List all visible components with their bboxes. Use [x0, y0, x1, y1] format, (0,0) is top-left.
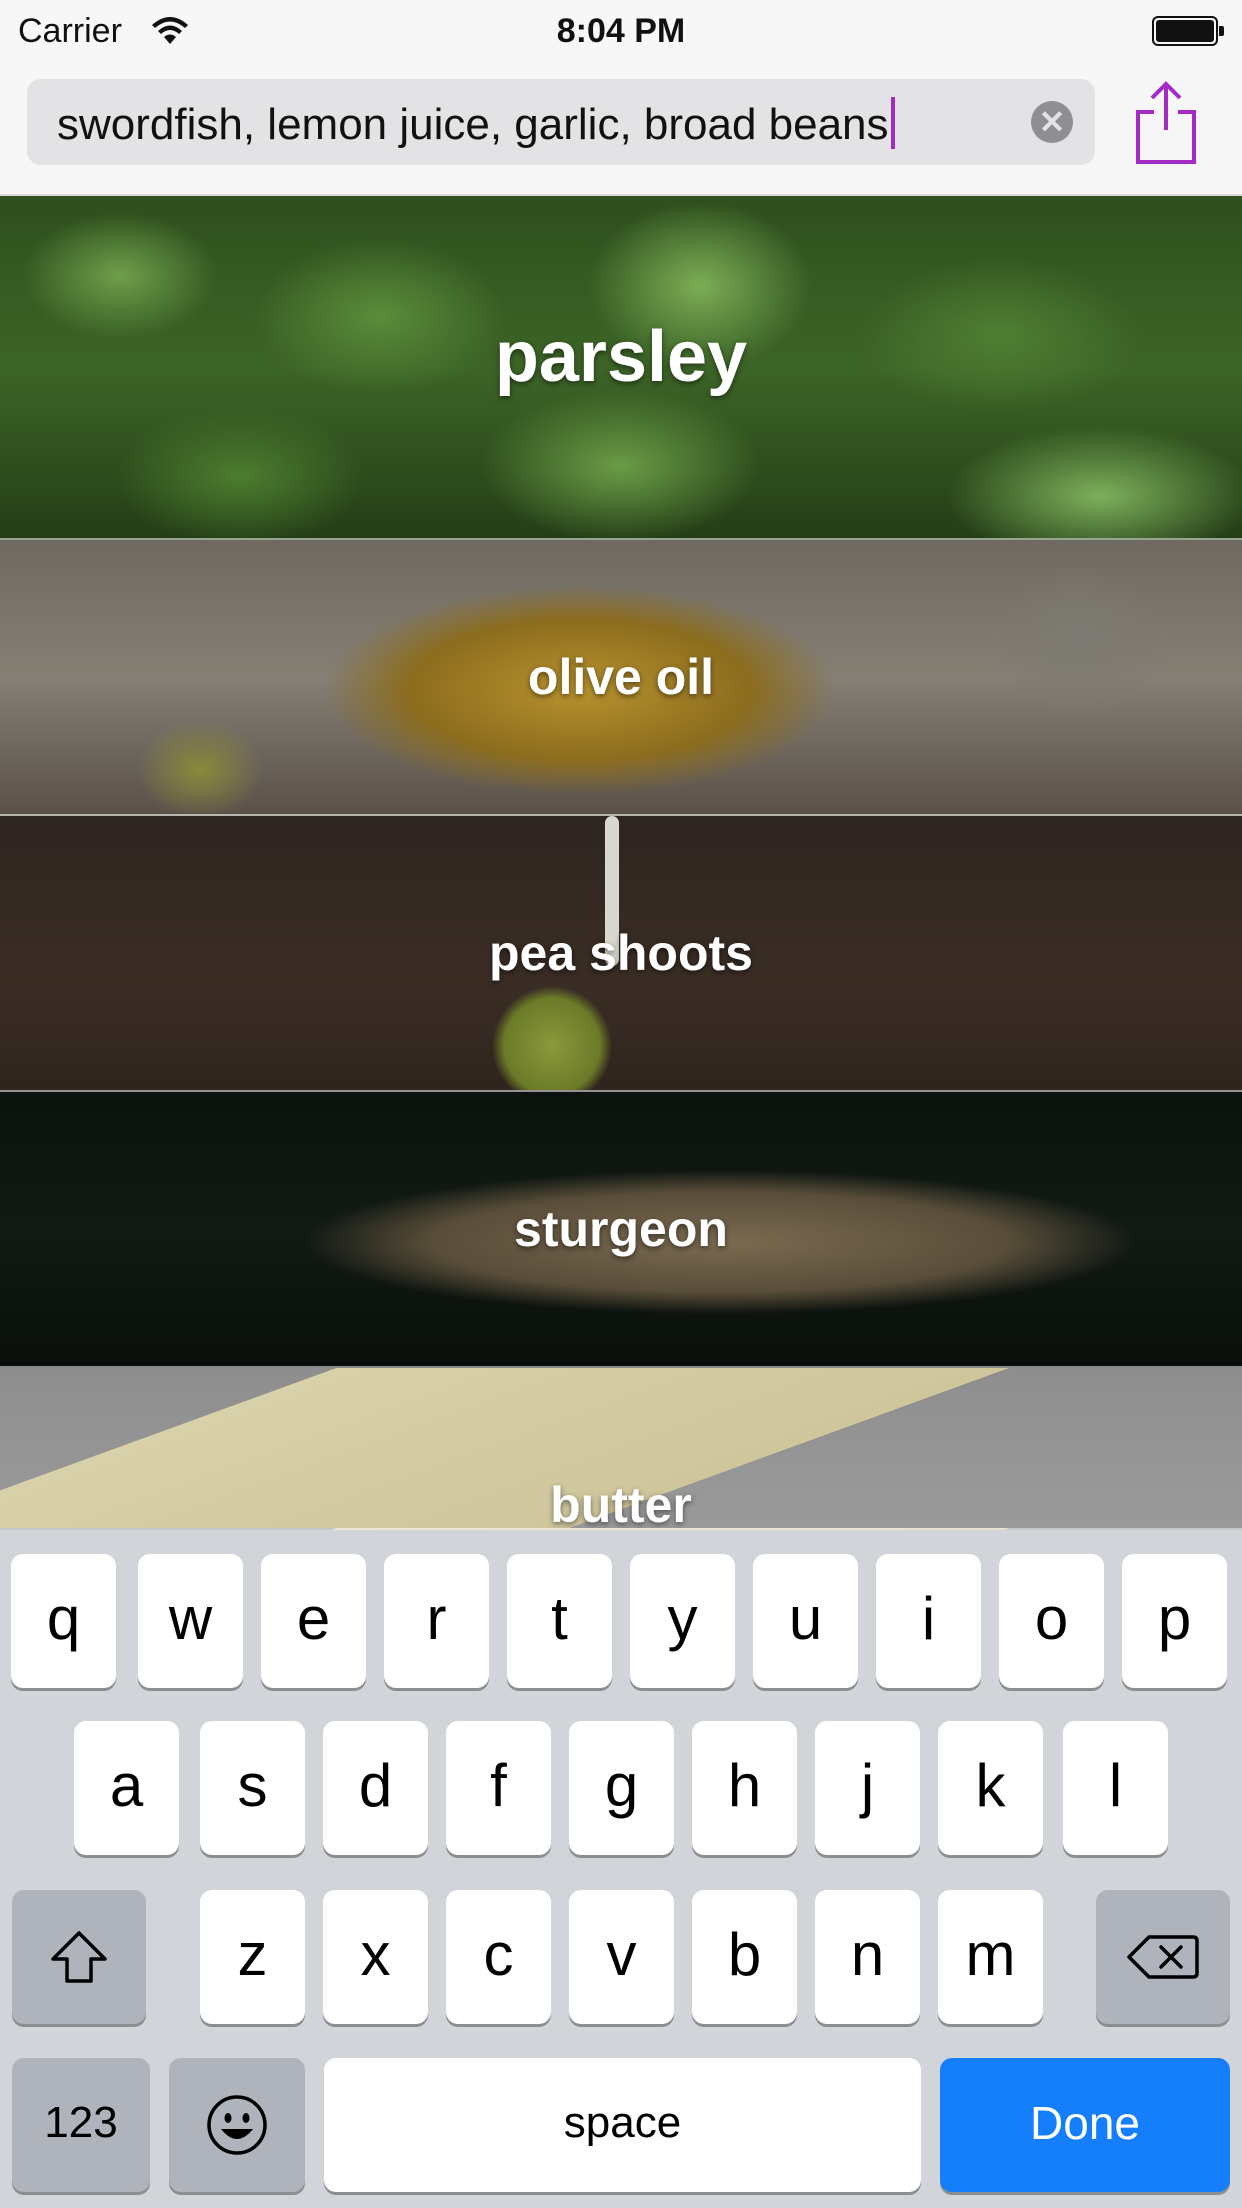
status-bar: Carrier 8:04 PM — [0, 0, 1242, 62]
key-b[interactable]: b — [692, 1890, 797, 2024]
key-z[interactable]: z — [200, 1890, 305, 2024]
key-q[interactable]: q — [11, 1554, 116, 1688]
key-k[interactable]: k — [938, 1721, 1043, 1855]
search-input[interactable]: swordfish, lemon juice, garlic, broad be… — [27, 79, 1095, 165]
key-g[interactable]: g — [569, 1721, 674, 1855]
key-r[interactable]: r — [384, 1554, 489, 1688]
ingredient-row-pea-shoots[interactable]: pea shoots — [0, 816, 1242, 1092]
key-f[interactable]: f — [446, 1721, 551, 1855]
key-h[interactable]: h — [692, 1721, 797, 1855]
ingredient-title: pea shoots — [489, 925, 753, 981]
ingredient-row-sturgeon[interactable]: sturgeon — [0, 1092, 1242, 1368]
numbers-key[interactable]: 123 — [12, 2058, 150, 2192]
key-l[interactable]: l — [1063, 1721, 1168, 1855]
ingredient-row-parsley[interactable]: parsley — [0, 196, 1242, 540]
key-u[interactable]: u — [753, 1554, 858, 1688]
emoji-key[interactable] — [169, 2058, 305, 2192]
search-query: swordfish, lemon juice, garlic, broad be… — [57, 100, 889, 149]
shift-key[interactable] — [12, 1890, 146, 2024]
key-v[interactable]: v — [569, 1890, 674, 2024]
key-d[interactable]: d — [323, 1721, 428, 1855]
key-t[interactable]: t — [507, 1554, 612, 1688]
text-caret — [890, 97, 895, 149]
key-x[interactable]: x — [323, 1890, 428, 2024]
key-c[interactable]: c — [446, 1890, 551, 2024]
key-w[interactable]: w — [138, 1554, 243, 1688]
space-key[interactable]: space — [324, 2058, 921, 2192]
delete-key[interactable] — [1096, 1890, 1230, 2024]
key-o[interactable]: o — [999, 1554, 1104, 1688]
key-a[interactable]: a — [74, 1721, 179, 1855]
ingredient-title: sturgeon — [514, 1201, 728, 1257]
emoji-icon — [207, 2095, 267, 2155]
key-j[interactable]: j — [815, 1721, 920, 1855]
key-s[interactable]: s — [200, 1721, 305, 1855]
ingredient-title: olive oil — [527, 649, 715, 705]
done-key[interactable]: Done — [940, 2058, 1230, 2192]
ingredient-row-olive-oil[interactable]: olive oil — [0, 540, 1242, 816]
key-e[interactable]: e — [261, 1554, 366, 1688]
key-i[interactable]: i — [876, 1554, 981, 1688]
key-p[interactable]: p — [1122, 1554, 1227, 1688]
ingredient-title: butter — [550, 1477, 692, 1530]
keyboard: q w e r t y u i o p a s d f g h j k l z … — [0, 1530, 1242, 2208]
battery-icon — [1152, 16, 1224, 46]
ingredient-title: parsley — [494, 317, 748, 397]
search-header: Carrier 8:04 PM swordfish, lemon juice, … — [0, 0, 1242, 196]
key-n[interactable]: n — [815, 1890, 920, 2024]
share-icon[interactable] — [1130, 78, 1202, 168]
clock: 8:04 PM — [556, 12, 686, 50]
delete-icon — [1127, 1935, 1199, 1979]
ingredient-row-butter[interactable]: butter — [0, 1368, 1242, 1530]
clear-icon[interactable]: ✕ — [1031, 101, 1073, 143]
key-m[interactable]: m — [938, 1890, 1043, 2024]
shift-icon — [51, 1931, 107, 1983]
key-y[interactable]: y — [630, 1554, 735, 1688]
